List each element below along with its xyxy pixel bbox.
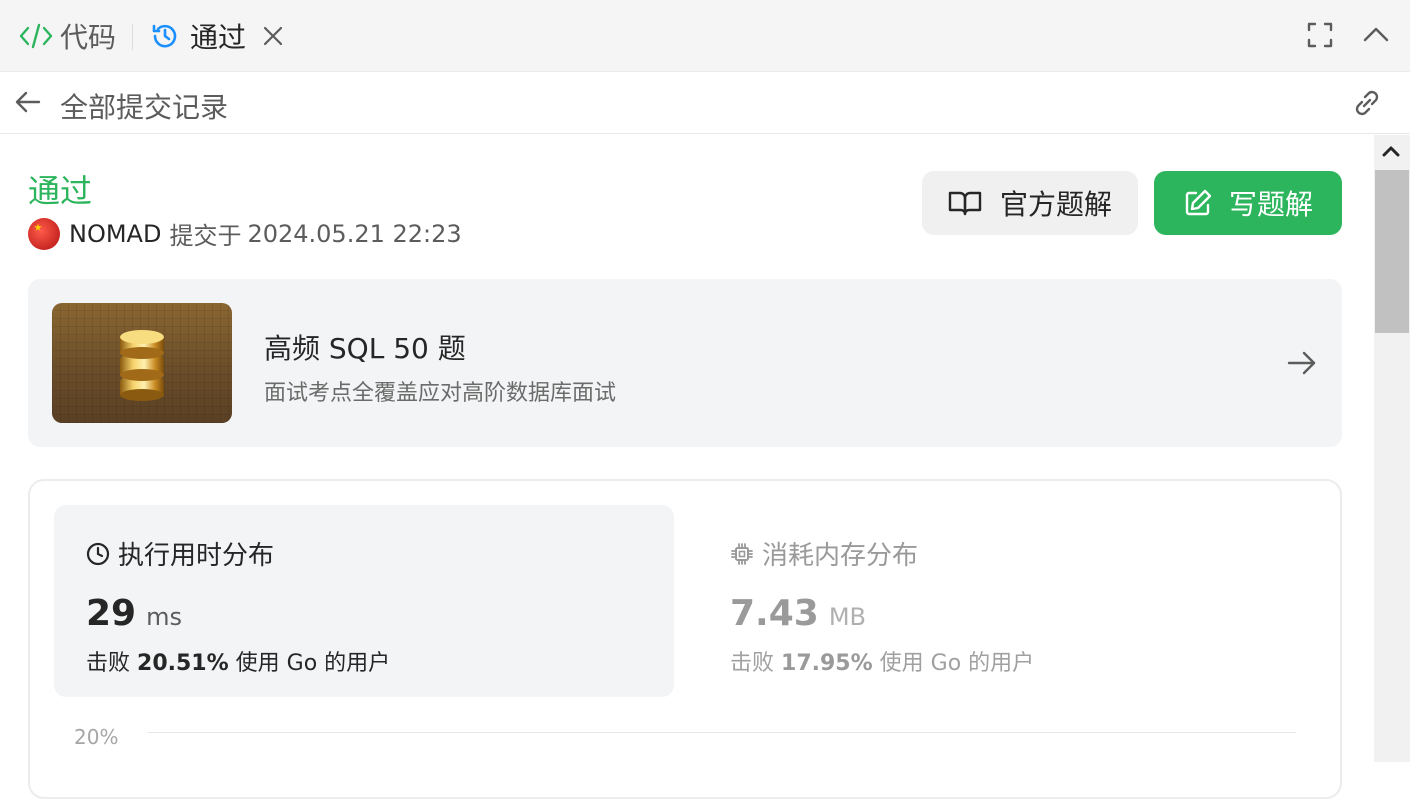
study-plan-thumbnail	[52, 303, 232, 423]
chip-icon	[731, 542, 753, 565]
tab-divider	[132, 24, 133, 50]
tab-result[interactable]: 通过	[150, 16, 286, 56]
submission-meta: NOMAD 提交于 2024.05.21 22:23	[28, 216, 462, 251]
memory-value: 7.43 MB	[730, 593, 866, 634]
write-solution-button[interactable]: 写题解	[1154, 171, 1342, 235]
database-icon	[120, 330, 164, 401]
memory-heading-label: 消耗内存分布	[762, 541, 919, 571]
book-icon	[948, 191, 982, 216]
runtime-beats-prefix: 击败	[86, 651, 131, 676]
chart-y-tick: 20%	[74, 725, 119, 749]
official-solution-label: 官方题解	[999, 188, 1112, 221]
memory-beats-percent: 17.95%	[781, 651, 873, 676]
official-solution-button[interactable]: 官方题解	[922, 171, 1138, 235]
submission-status: 通过	[28, 172, 93, 210]
submitted-label: 提交于	[169, 222, 242, 250]
tab-result-label: 通过	[190, 21, 247, 54]
edit-icon	[1185, 189, 1212, 216]
chart-gridline	[148, 732, 1296, 733]
close-icon[interactable]	[260, 23, 286, 49]
runtime-heading-label: 执行用时分布	[118, 541, 275, 571]
submission-header: 全部提交记录	[0, 72, 1410, 134]
memory-unit: MB	[828, 603, 866, 631]
runtime-unit: ms	[146, 603, 182, 631]
tab-code[interactable]: 代码	[18, 16, 116, 56]
runtime-panel[interactable]: 执行用时分布 29 ms 击败 20.51% 使用 Go 的用户	[54, 505, 674, 697]
study-plan-title: 高频 SQL 50 题	[264, 332, 466, 365]
runtime-number: 29	[86, 593, 137, 634]
runtime-heading: 执行用时分布	[86, 535, 274, 572]
runtime-beats: 击败 20.51% 使用 Go 的用户	[86, 645, 390, 677]
memory-beats: 击败 17.95% 使用 Go 的用户	[730, 645, 1034, 677]
username[interactable]: NOMAD	[69, 220, 161, 248]
avatar[interactable]	[28, 217, 60, 250]
submission-timestamp: 2024.05.21 22:23	[247, 219, 462, 248]
scrollbar-thumb[interactable]	[1375, 170, 1409, 333]
tab-bar: 代码 通过	[0, 0, 1410, 72]
fullscreen-icon[interactable]	[1305, 20, 1335, 50]
arrow-right-icon	[1287, 351, 1316, 375]
study-plan-card[interactable]: 高频 SQL 50 题 面试考点全覆盖应对高阶数据库面试	[28, 279, 1342, 447]
memory-heading: 消耗内存分布	[730, 535, 918, 572]
study-plan-subtitle: 面试考点全覆盖应对高阶数据库面试	[264, 381, 617, 406]
memory-beats-suffix: 使用 Go 的用户	[879, 651, 1035, 676]
runtime-value: 29 ms	[86, 593, 182, 634]
back-arrow-icon[interactable]	[14, 88, 42, 116]
runtime-beats-suffix: 使用 Go 的用户	[235, 651, 391, 676]
performance-card: 执行用时分布 29 ms 击败 20.51% 使用 Go 的用户 消耗内存分布 …	[28, 479, 1342, 799]
scroll-up-arrow-icon[interactable]	[1380, 140, 1402, 162]
write-solution-label: 写题解	[1228, 188, 1313, 221]
link-icon[interactable]	[1350, 86, 1384, 120]
all-submissions-link[interactable]: 全部提交记录	[60, 86, 228, 126]
tab-code-label: 代码	[60, 21, 117, 54]
code-icon	[19, 23, 53, 49]
memory-beats-prefix: 击败	[730, 651, 775, 676]
history-icon	[152, 24, 177, 48]
runtime-beats-percent: 20.51%	[137, 651, 229, 676]
memory-number: 7.43	[730, 593, 819, 634]
chevron-up-icon[interactable]	[1361, 20, 1391, 50]
clock-icon	[86, 542, 110, 565]
